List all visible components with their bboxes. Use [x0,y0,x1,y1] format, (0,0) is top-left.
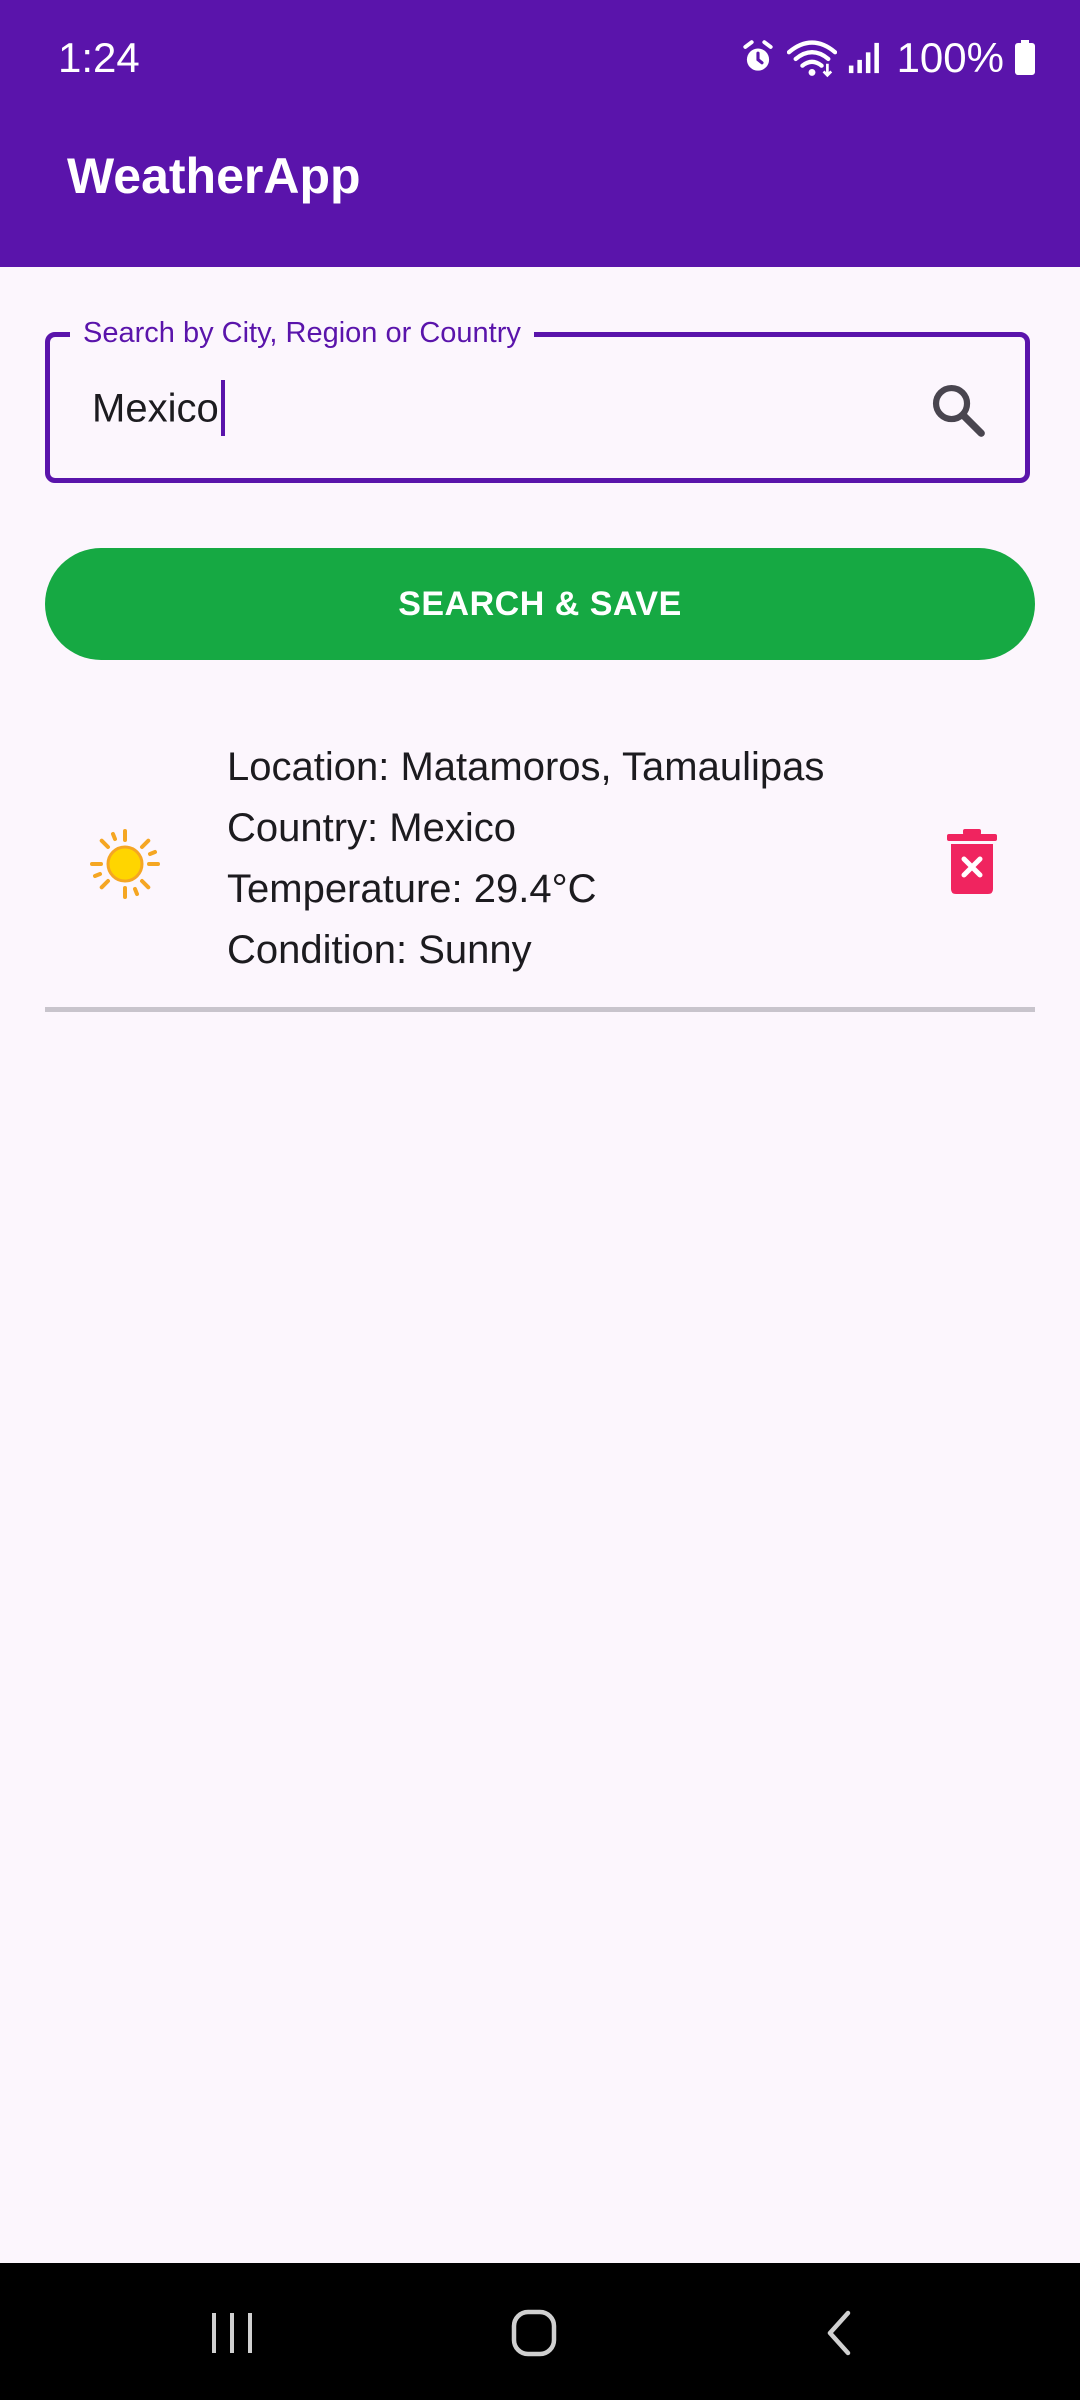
wifi-icon [786,38,837,78]
back-icon[interactable] [798,2303,878,2363]
search-icon[interactable] [927,379,989,441]
sun-icon [89,828,161,900]
alarm-icon [739,39,777,77]
signal-icon [847,40,881,76]
search-and-save-button[interactable]: SEARCH & SAVE [45,548,1035,660]
search-label: Search by City, Region or Country [70,313,534,353]
weather-details: Location: Matamoros, Tamaulipas Country:… [227,737,824,981]
list-divider [45,1007,1035,1012]
status-time: 1:24 [58,34,140,81]
search-input-value: Mexico [92,386,219,431]
text-cursor [220,380,225,436]
search-input[interactable]: Mexico [92,380,225,439]
home-icon[interactable] [494,2303,574,2363]
app-header: 1:24 100% WeatherApp [0,0,1080,267]
status-icons: 100% [739,30,1036,86]
battery-icon [1014,40,1036,76]
battery-percentage: 100% [896,34,1004,81]
app-title: WeatherApp [67,148,361,204]
navigation-bar [0,2263,1080,2400]
list-item: Location: Matamoros, Tamaulipas Country:… [45,725,1035,1011]
delete-icon[interactable] [946,829,998,895]
search-field[interactable]: Search by City, Region or Country Mexico [45,313,1030,483]
weather-location: Location: Matamoros, Tamaulipas [227,745,825,789]
weather-temperature: Temperature: 29.4°C [227,867,597,911]
weather-condition: Condition: Sunny [227,928,532,972]
weather-country: Country: Mexico [227,806,516,850]
recents-icon[interactable] [192,2303,272,2363]
